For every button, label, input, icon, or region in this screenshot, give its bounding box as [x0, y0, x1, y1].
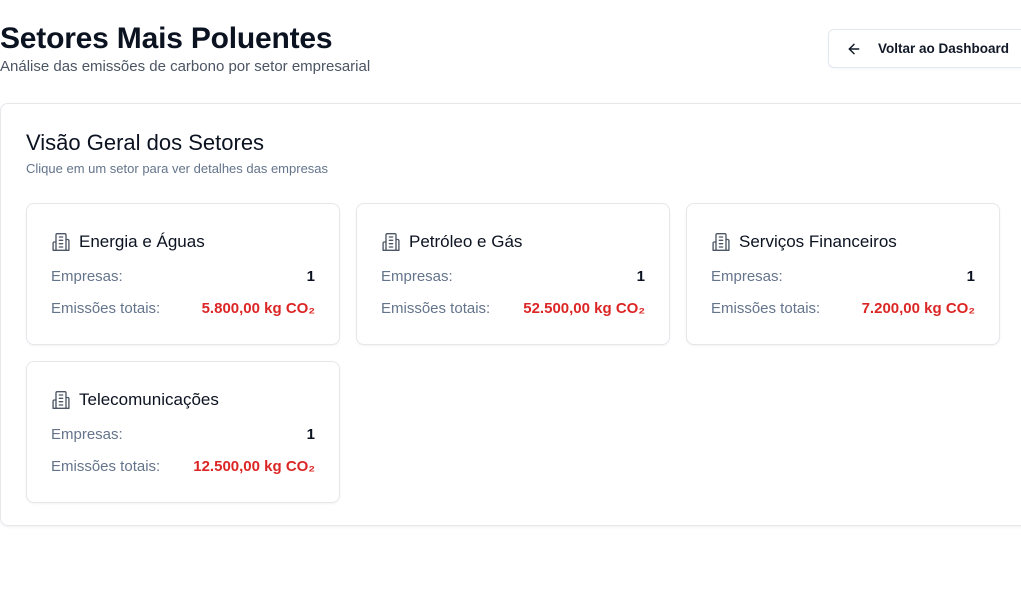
- emissions-value: 52.500,00 kg CO₂: [523, 300, 645, 317]
- sector-name: Serviços Financeiros: [739, 232, 897, 251]
- arrow-left-icon: [846, 41, 862, 57]
- sector-header: Energia e Águas: [51, 232, 205, 252]
- companies-row: Empresas: 1: [381, 268, 645, 285]
- sector-header: Telecomunicações: [51, 390, 219, 410]
- back-button-label: Voltar ao Dashboard: [878, 41, 1010, 56]
- emissions-row: Emissões totais: 12.500,00 kg CO₂: [51, 458, 315, 475]
- overview-description: Clique em um setor para ver detalhes das…: [26, 161, 329, 176]
- emissions-value: 7.200,00 kg CO₂: [861, 300, 975, 317]
- sector-header: Petróleo e Gás: [381, 232, 522, 252]
- emissions-row: Emissões totais: 5.800,00 kg CO₂: [51, 300, 315, 317]
- sector-header: Serviços Financeiros: [711, 232, 897, 252]
- sector-name: Energia e Águas: [79, 232, 205, 251]
- sector-card-energia-e-aguas[interactable]: Energia e Águas Empresas: 1 Emissões tot…: [26, 203, 340, 345]
- emissions-value: 12.500,00 kg CO₂: [193, 458, 315, 475]
- building-icon: [711, 232, 731, 252]
- page-header: Setores Mais Poluentes Análise das emiss…: [0, 22, 370, 77]
- companies-label: Empresas:: [51, 426, 123, 443]
- companies-row: Empresas: 1: [51, 268, 315, 285]
- companies-row: Empresas: 1: [711, 268, 975, 285]
- emissions-row: Emissões totais: 52.500,00 kg CO₂: [381, 300, 645, 317]
- emissions-row: Emissões totais: 7.200,00 kg CO₂: [711, 300, 975, 317]
- building-icon: [51, 390, 71, 410]
- page-subtitle: Análise das emissões de carbono por seto…: [0, 58, 371, 75]
- overview-title: Visão Geral dos Setores: [26, 130, 265, 155]
- companies-count: 1: [306, 268, 315, 285]
- emissions-label: Emissões totais:: [51, 458, 161, 475]
- companies-count: 1: [306, 426, 315, 443]
- building-icon: [51, 232, 71, 252]
- companies-count: 1: [966, 268, 975, 285]
- page-title: Setores Mais Poluentes: [0, 22, 333, 55]
- emissions-label: Emissões totais:: [381, 300, 491, 317]
- page: Setores Mais Poluentes Análise das emiss…: [0, 0, 1021, 613]
- emissions-label: Emissões totais:: [711, 300, 821, 317]
- sector-card-petroleo-e-gas[interactable]: Petróleo e Gás Empresas: 1 Emissões tota…: [356, 203, 670, 345]
- building-icon: [381, 232, 401, 252]
- emissions-label: Emissões totais:: [51, 300, 161, 317]
- sector-name: Petróleo e Gás: [409, 232, 523, 251]
- companies-label: Empresas:: [711, 268, 783, 285]
- companies-label: Empresas:: [51, 268, 123, 285]
- companies-row: Empresas: 1: [51, 426, 315, 443]
- sector-card-servicos-financeiros[interactable]: Serviços Financeiros Empresas: 1 Emissõe…: [686, 203, 1000, 345]
- sector-name: Telecomunicações: [79, 390, 219, 409]
- companies-label: Empresas:: [381, 268, 453, 285]
- sectors-overview-card: Visão Geral dos Setores Clique em um set…: [0, 103, 1021, 526]
- sector-card-telecomunicacoes[interactable]: Telecomunicações Empresas: 1 Emissões to…: [26, 361, 340, 503]
- emissions-value: 5.800,00 kg CO₂: [201, 300, 315, 317]
- companies-count: 1: [636, 268, 645, 285]
- back-to-dashboard-button[interactable]: Voltar ao Dashboard: [828, 29, 1021, 68]
